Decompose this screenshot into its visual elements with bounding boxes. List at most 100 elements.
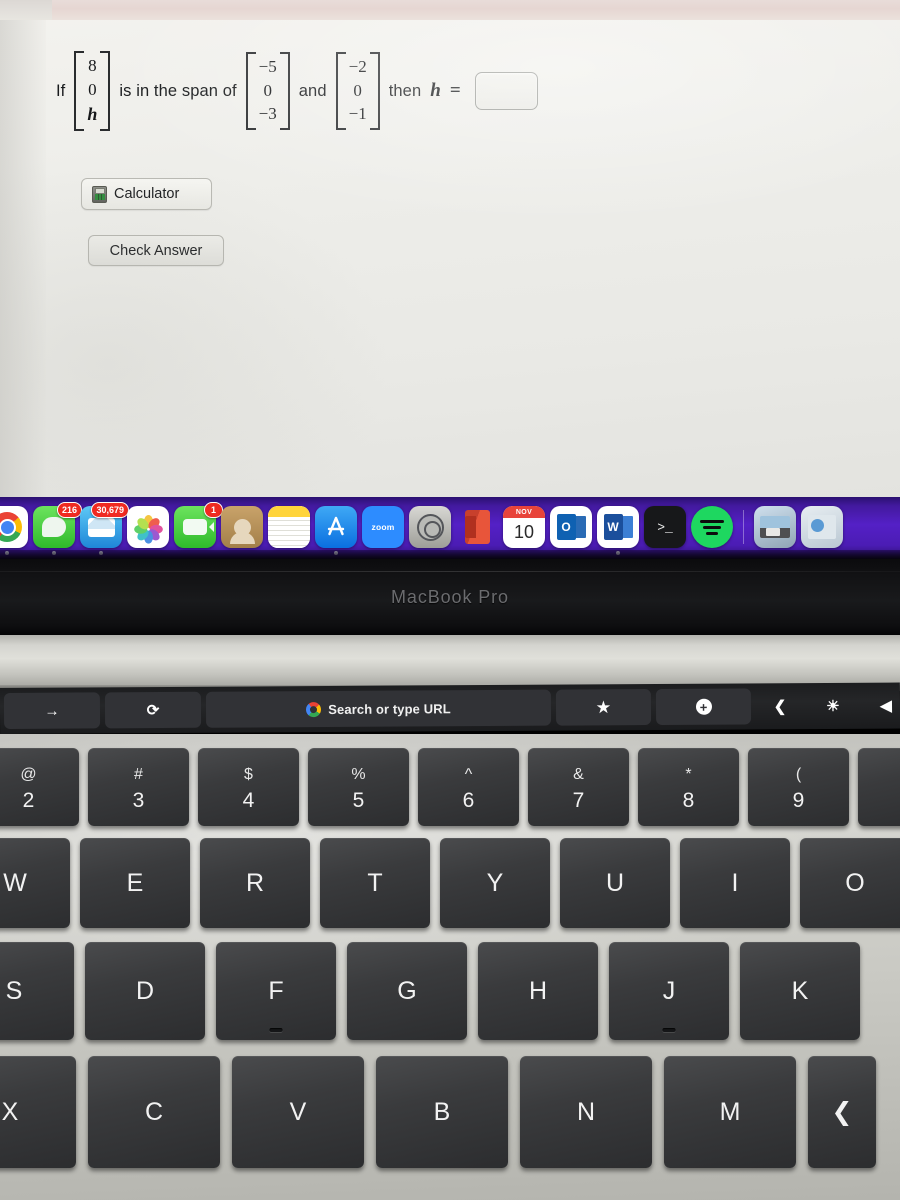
key-i[interactable]: I — [680, 838, 790, 928]
outlook-icon — [556, 514, 586, 540]
keyboard-top-letter-row: W E R T Y U I O — [0, 838, 900, 928]
dock-item-contacts[interactable] — [221, 506, 263, 548]
key-h[interactable]: H — [478, 942, 598, 1040]
key-arrow-left[interactable]: ❮ — [808, 1056, 876, 1168]
key-j[interactable]: J — [609, 942, 729, 1040]
calculator-icon — [92, 185, 107, 203]
key-v[interactable]: V — [232, 1056, 364, 1168]
key-u[interactable]: U — [560, 838, 670, 928]
keyboard-bottom-letter-row: X C V B N M ❮ — [0, 1056, 876, 1168]
dock-item-word[interactable] — [597, 506, 639, 555]
check-answer-button[interactable]: Check Answer — [88, 235, 224, 266]
vector-a-row-1: 0 — [263, 80, 272, 100]
dock-item-spotify[interactable] — [691, 506, 733, 548]
dock-item-photos[interactable] — [127, 506, 169, 548]
touchbar-volume-button[interactable]: ◀ — [862, 687, 900, 723]
touch-bar: → ⟳ Search or type URL ★ + ❮ ☀ ◀ — [0, 682, 900, 734]
touchbar-url-label: Search or type URL — [328, 700, 451, 717]
key-6[interactable]: ^ 6 — [418, 748, 519, 826]
key-3[interactable]: # 3 — [88, 748, 189, 826]
key-3-symbol: # — [134, 765, 143, 783]
key-i-label: I — [731, 868, 739, 897]
touchbar-expand-button[interactable]: ❮ — [756, 688, 804, 724]
key-d[interactable]: D — [85, 942, 205, 1040]
key-v-label: V — [289, 1097, 307, 1126]
touchbar-forward-button[interactable]: → — [3, 692, 101, 729]
key-9[interactable]: ( 9 — [748, 748, 849, 826]
chrome-icon — [0, 512, 22, 542]
facetime-icon — [183, 519, 214, 535]
problem-unknown: h — [430, 80, 441, 101]
vector-target: 8 0 h — [74, 51, 111, 131]
key-7[interactable]: & 7 — [528, 748, 629, 826]
problem-suffix: then — [388, 81, 422, 100]
dock-item-pictures-stack[interactable] — [801, 506, 843, 548]
mail-badge: 30,679 — [91, 502, 129, 518]
key-6-number: 6 — [462, 788, 475, 812]
key-n[interactable]: N — [520, 1056, 652, 1168]
dock-item-zoom[interactable]: zoom — [362, 506, 404, 548]
touchbar-reload-button[interactable]: ⟳ — [104, 691, 202, 729]
dock-item-messages[interactable]: 216 — [33, 502, 82, 555]
check-answer-button-label: Check Answer — [109, 242, 203, 259]
key-5-symbol: % — [351, 765, 366, 783]
key-3-number: 3 — [132, 788, 145, 812]
messages-badge: 216 — [56, 502, 82, 518]
answer-input[interactable] — [474, 72, 538, 110]
key-m[interactable]: M — [664, 1056, 796, 1168]
key-d-label: D — [135, 976, 155, 1005]
key-o[interactable]: O — [800, 838, 900, 928]
chevron-left-icon: ❮ — [773, 697, 787, 715]
key-0[interactable]: ) 0 — [858, 748, 900, 826]
key-y-label: Y — [486, 868, 504, 897]
calculator-button[interactable]: Calculator — [81, 178, 212, 210]
dock-item-downloads-stack[interactable] — [754, 506, 796, 548]
dock-item-calendar[interactable]: NOV 10 — [503, 506, 545, 548]
browser-chrome-strip — [0, 0, 900, 22]
dock-item-system-preferences[interactable] — [409, 506, 451, 548]
laptop-photo: If 8 0 h is in the span of −5 0 −3 and −… — [0, 0, 900, 1200]
vector-b-row-0: −2 — [348, 57, 367, 77]
touchbar-brightness-button[interactable]: ☀ — [809, 688, 857, 724]
key-2-number: 2 — [22, 788, 35, 812]
key-k[interactable]: K — [740, 942, 860, 1040]
vector-target-row-2: h — [87, 103, 98, 124]
plus-icon: + — [695, 698, 712, 715]
key-x[interactable]: X — [0, 1056, 76, 1168]
touchbar-url-field[interactable]: Search or type URL — [205, 689, 552, 728]
touchbar-bookmark-button[interactable]: ★ — [555, 689, 652, 726]
key-y[interactable]: Y — [440, 838, 550, 928]
calendar-day-label: 10 — [513, 522, 535, 542]
key-m-label: M — [719, 1097, 741, 1126]
key-f[interactable]: F — [216, 942, 336, 1040]
keyboard: @ 2 # 3 $ 4 % 5 ^ 6 & 7 * 8 (9 W E R T … — [0, 734, 900, 1200]
touchbar-new-tab-button[interactable]: + — [655, 688, 752, 725]
key-b[interactable]: B — [376, 1056, 508, 1168]
photos-icon — [133, 513, 163, 544]
key-c[interactable]: C — [88, 1056, 220, 1168]
dock-item-app-store[interactable] — [315, 506, 357, 555]
dock-item-mail[interactable]: 30,679 — [80, 502, 129, 555]
key-w[interactable]: W — [0, 838, 70, 928]
dock-item-terminal[interactable]: >_ — [644, 506, 686, 548]
vector-b-row-1: 0 — [353, 80, 362, 100]
spotify-icon — [700, 519, 724, 536]
key-2[interactable]: @ 2 — [0, 748, 79, 826]
dock-item-chrome[interactable] — [0, 506, 28, 555]
problem-middle-text: is in the span of — [119, 81, 237, 100]
key-5[interactable]: % 5 — [308, 748, 409, 826]
problem-prefix: If — [56, 81, 66, 100]
dock-item-office[interactable] — [456, 506, 498, 548]
key-e[interactable]: E — [80, 838, 190, 928]
key-4[interactable]: $ 4 — [198, 748, 299, 826]
dock-item-facetime[interactable]: 1 — [174, 502, 223, 548]
key-r[interactable]: R — [200, 838, 310, 928]
dock-item-outlook[interactable] — [550, 506, 592, 548]
key-t[interactable]: T — [320, 838, 430, 928]
key-g[interactable]: G — [347, 942, 467, 1040]
dock-item-notes[interactable] — [268, 506, 310, 548]
key-s[interactable]: S — [0, 942, 74, 1040]
key-w-label: W — [3, 868, 27, 897]
key-8[interactable]: * 8 — [638, 748, 739, 826]
key-4-number: 4 — [242, 788, 255, 812]
